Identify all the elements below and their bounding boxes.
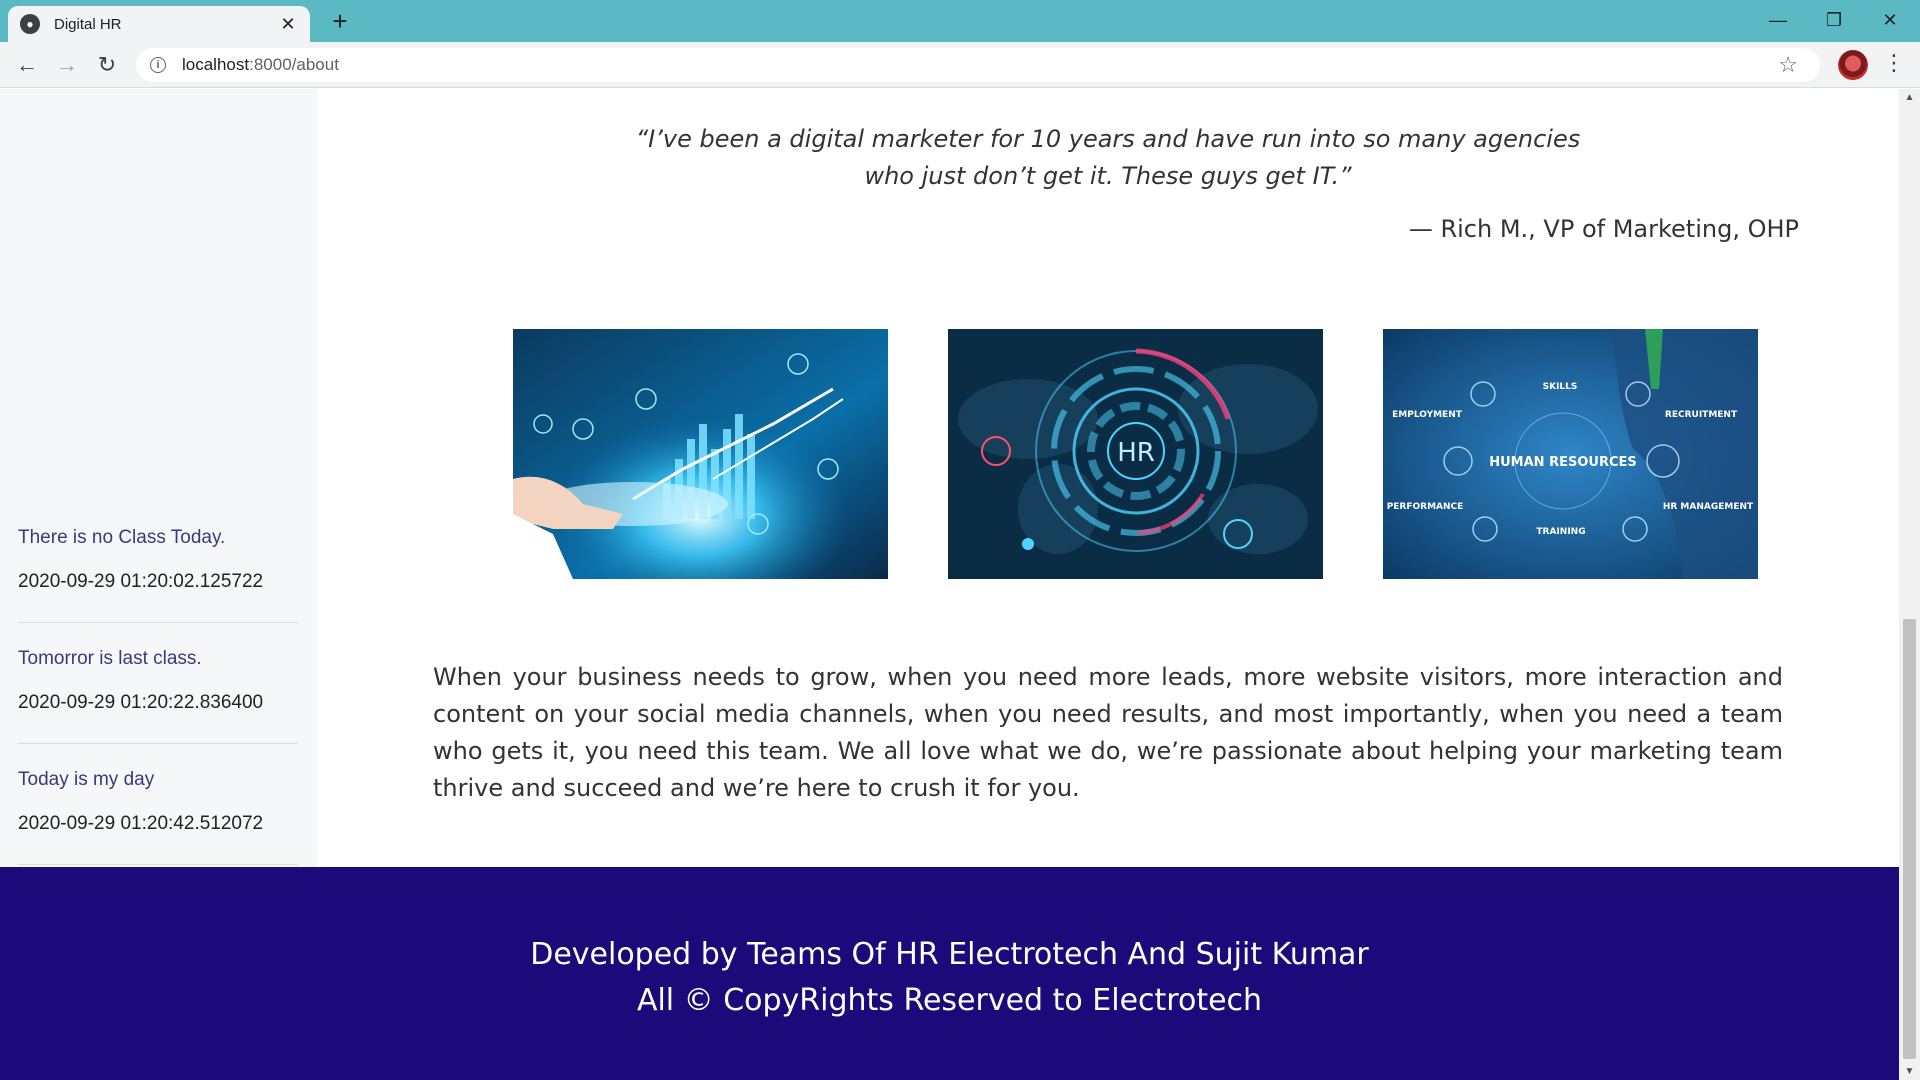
hr-employment-label: EMPLOYMENT (1392, 410, 1463, 420)
hr-management-label: HR MANAGEMENT (1663, 502, 1754, 512)
close-window-button[interactable]: ✕ (1862, 0, 1918, 40)
footer-credit: Developed by Teams Of HR Electrotech And… (530, 937, 1369, 972)
browser-tab-strip: ● Digital HR ✕ + — ❐ ✕ (0, 0, 1920, 42)
notice-title: Tomorror is last class. (18, 648, 202, 669)
notice-sidebar: There is no Class Today. 2020-09-29 01:2… (0, 89, 317, 867)
quote-attribution: — Rich M., VP of Marketing, OHP (1408, 215, 1799, 243)
info-icon[interactable]: i (150, 57, 166, 73)
hr-recruitment-label: RECRUITMENT (1665, 410, 1738, 420)
hr-performance-label: PERFORMANCE (1387, 502, 1464, 512)
site-footer: Developed by Teams Of HR Electrotech And… (0, 867, 1899, 1080)
profile-avatar[interactable] (1838, 50, 1868, 80)
bookmark-star-icon[interactable]: ☆ (1778, 52, 1798, 78)
tab-title: Digital HR (54, 15, 122, 33)
notice-divider (18, 743, 298, 744)
restore-button[interactable]: ❐ (1806, 0, 1862, 40)
minimize-button[interactable]: — (1750, 0, 1806, 40)
browser-menu-icon[interactable]: ⋮ (1882, 50, 1906, 80)
notice-divider (18, 622, 298, 623)
browser-tab[interactable]: ● Digital HR ✕ (8, 6, 310, 42)
hr-training-label: TRAINING (1536, 527, 1585, 537)
page-scrollbar[interactable]: ▲ ▼ (1899, 89, 1920, 1080)
hr-skill-label: SKILLS (1543, 382, 1578, 392)
scroll-up-icon[interactable]: ▲ (1899, 89, 1920, 106)
hr-hud-image: HR (948, 329, 1323, 579)
forward-icon[interactable]: → (52, 50, 82, 80)
globe-icon: ● (20, 14, 40, 34)
address-bar[interactable]: i localhost:8000/about ☆ (136, 48, 1820, 82)
footer-copyright: All © CopyRights Reserved to Electrotech (636, 983, 1263, 1018)
hr-label: HR (1117, 438, 1155, 468)
new-tab-button[interactable]: + (324, 6, 356, 38)
url-host: localhost (182, 55, 250, 74)
notice-title: Today is my day (18, 769, 155, 790)
browser-toolbar: ← → ↻ i localhost:8000/about ☆ ⋮ (0, 42, 1920, 88)
hr-center-label: HUMAN RESOURCES (1489, 455, 1637, 470)
notice-item: Today is my day 2020-09-29 01:20:42.5120… (18, 769, 298, 835)
human-resources-image: HUMAN RESOURCES SKILLS EMPLOYMENT RECRUI… (1383, 329, 1758, 579)
notice-time: 2020-09-29 01:20:22.836400 (18, 692, 264, 713)
notice-time: 2020-09-29 01:20:42.512072 (18, 813, 264, 834)
quote-line: “I’ve been a digital marketer for 10 yea… (635, 125, 1581, 153)
notice-divider (18, 864, 298, 865)
notice-time: 2020-09-29 01:20:02.125722 (18, 571, 264, 592)
url-text[interactable]: localhost:8000/about (182, 55, 339, 75)
about-paragraph: When your business needs to grow, when y… (433, 663, 1783, 802)
reload-icon[interactable]: ↻ (92, 50, 122, 80)
notice-item: Tomorror is last class. 2020-09-29 01:20… (18, 648, 298, 714)
tab-close-icon[interactable]: ✕ (278, 14, 298, 35)
scrollbar-thumb[interactable] (1903, 619, 1916, 1059)
notice-title: There is no Class Today. (18, 527, 226, 548)
url-path: :8000/about (249, 55, 339, 74)
testimonial-quote: “I’ve been a digital marketer for 10 yea… (317, 121, 1899, 195)
about-main-content: “I’ve been a digital marketer for 10 yea… (317, 89, 1899, 867)
digital-analytics-image (513, 329, 888, 579)
back-icon[interactable]: ← (12, 50, 42, 80)
scroll-down-icon[interactable]: ▼ (1899, 1063, 1920, 1080)
quote-line: who just don’t get it. These guys get IT… (864, 162, 1352, 190)
notice-item: There is no Class Today. 2020-09-29 01:2… (18, 527, 298, 593)
page-viewport: There is no Class Today. 2020-09-29 01:2… (0, 89, 1920, 1080)
